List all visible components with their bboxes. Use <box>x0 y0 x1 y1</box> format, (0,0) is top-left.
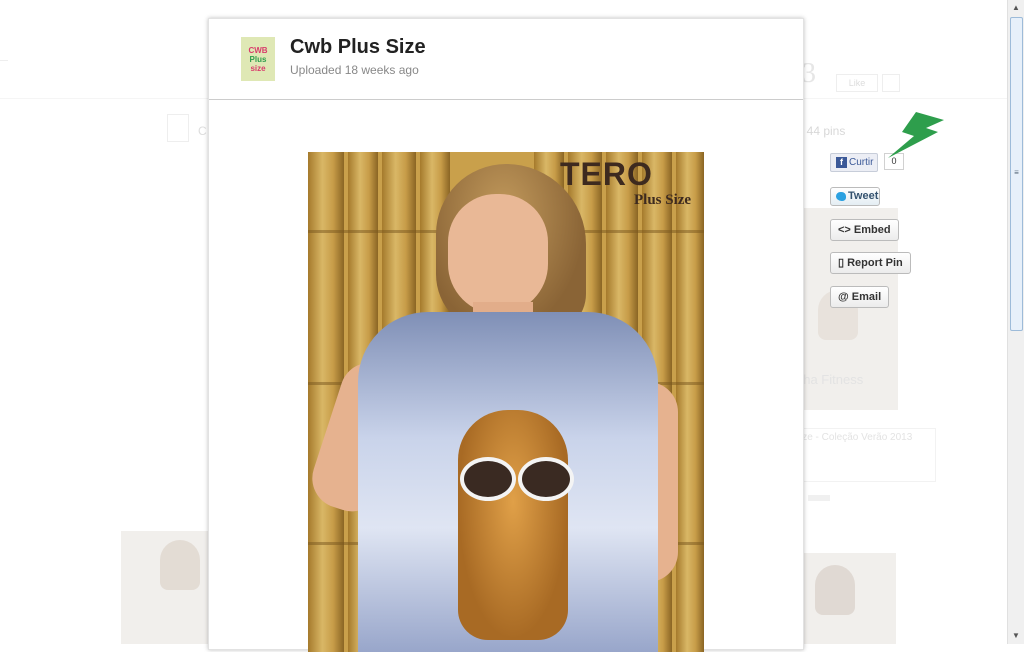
pin-modal: CWB Plus size Cwb Plus Size Uploaded 18 … <box>208 18 804 652</box>
background-card-description: ize - Coleção Verão 2013 <box>800 432 913 443</box>
brand-logo-subtitle: Plus Size <box>634 192 692 208</box>
background-like-button[interactable]: Like <box>836 74 878 92</box>
background-small-bar <box>808 495 830 501</box>
tweet-label: Tweet <box>848 190 879 202</box>
sunglasses-lens <box>460 457 516 501</box>
board-icon <box>167 114 189 142</box>
background-letter: C <box>198 124 207 138</box>
sunglasses-print <box>460 457 574 501</box>
avatar-line: CWB <box>248 45 268 55</box>
pin-image[interactable]: TERO Plus Size <box>308 152 704 652</box>
facebook-like-label: Curtir <box>849 157 874 168</box>
brand-logo: TERO <box>560 156 653 192</box>
flag-icon: ▯ <box>838 257 848 269</box>
dog-print <box>458 410 568 640</box>
sunglasses-lens <box>518 457 574 501</box>
report-pin-label: Report Pin <box>847 257 903 269</box>
scroll-down-arrow-icon[interactable]: ▼ <box>1008 628 1024 644</box>
vertical-scrollbar[interactable]: ▲ ≡ ▼ <box>1007 0 1024 644</box>
facebook-icon: f <box>836 157 847 168</box>
scroll-thumb[interactable]: ≡ <box>1010 17 1023 331</box>
pin-owner-name[interactable]: Cwb Plus Size <box>290 36 426 59</box>
background-card-title: nha Fitness <box>796 372 864 387</box>
tweet-button[interactable]: Tweet <box>830 187 880 206</box>
avatar-line: size <box>250 63 266 73</box>
twitter-bird-icon <box>836 192 846 201</box>
bamboo-stalk <box>676 152 704 652</box>
model-face <box>448 194 548 314</box>
grip-icon: ≡ <box>1014 168 1019 177</box>
email-button[interactable]: @ Email <box>830 286 890 308</box>
divider <box>0 60 8 61</box>
facebook-like-button[interactable]: f Curtir <box>830 153 878 172</box>
report-pin-button[interactable]: ▯ Report Pin <box>830 252 911 274</box>
avatar-line: Plus <box>249 54 267 64</box>
background-card-figure <box>160 540 200 590</box>
scroll-up-arrow-icon[interactable]: ▲ <box>1008 0 1024 16</box>
embed-button[interactable]: <> Embed <box>830 219 899 241</box>
avatar[interactable]: CWB Plus size <box>241 37 275 81</box>
pin-header: CWB Plus size Cwb Plus Size Uploaded 18 … <box>209 19 803 100</box>
pin-upload-info: Uploaded 18 weeks ago <box>290 63 419 77</box>
background-card-figure <box>815 565 855 615</box>
lightning-bolt-icon <box>888 112 944 158</box>
background-like-count <box>882 74 900 92</box>
